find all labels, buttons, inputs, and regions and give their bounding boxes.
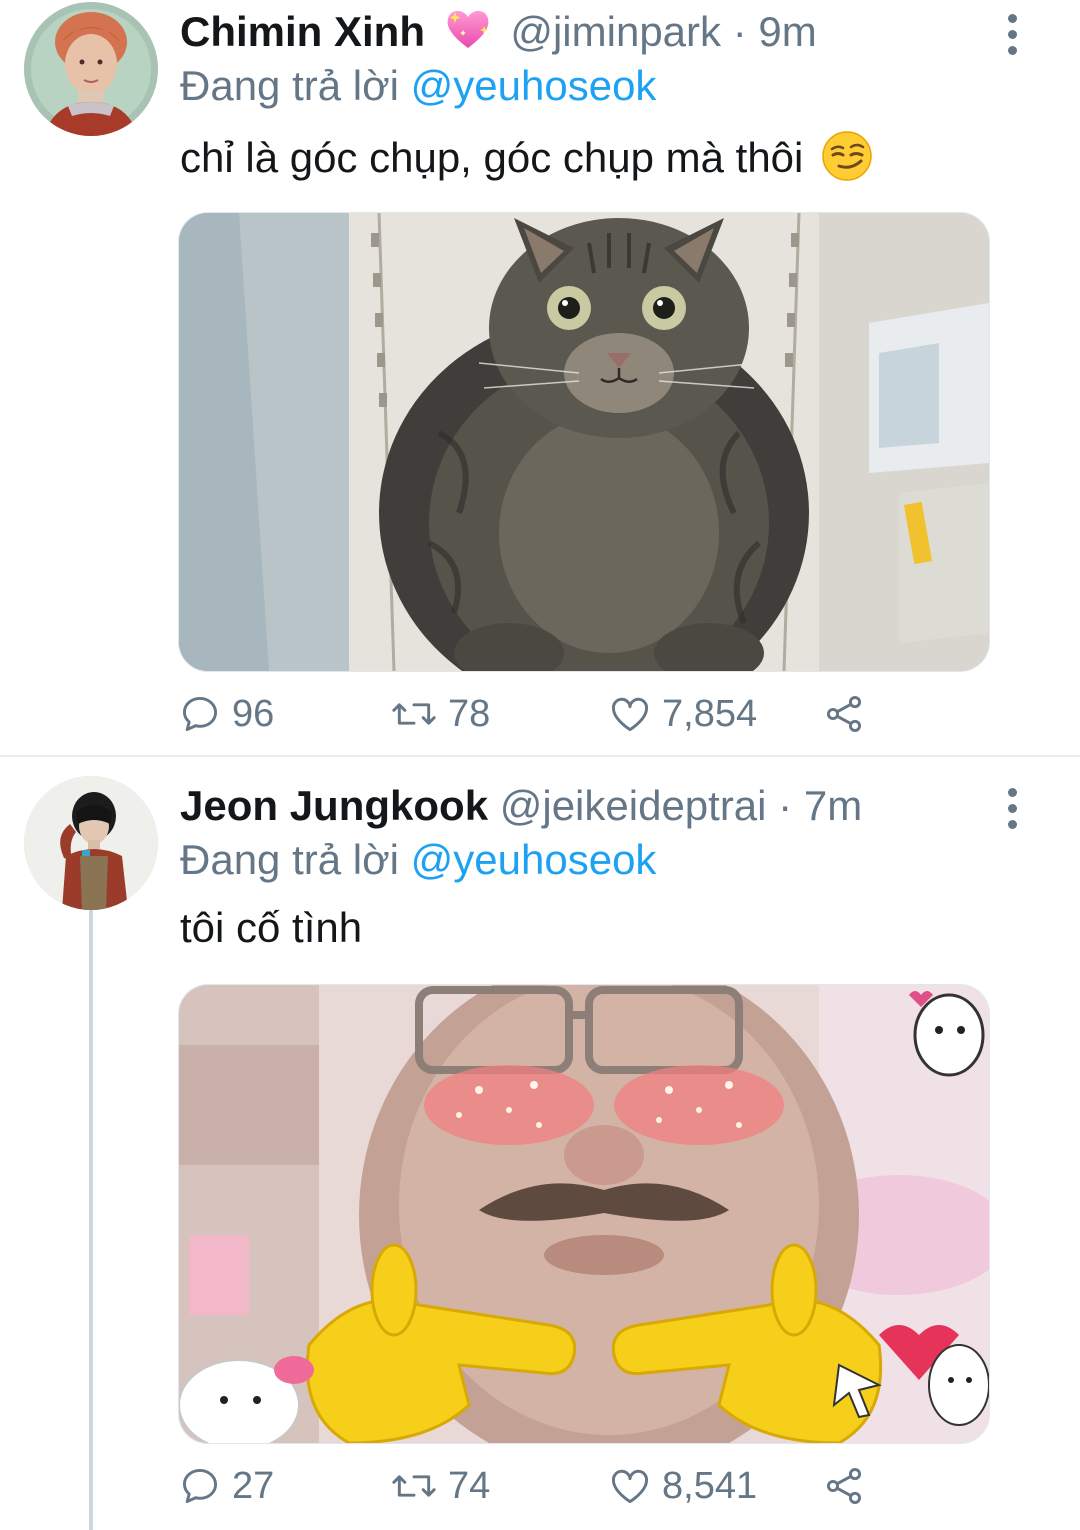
reply-icon <box>182 1468 218 1504</box>
timestamp[interactable]: 7m <box>804 782 862 829</box>
retweet-icon <box>392 1475 436 1497</box>
tweet-text: tôi cố tình <box>180 900 362 956</box>
more-icon[interactable] <box>990 6 1034 62</box>
more-icon[interactable] <box>990 780 1034 836</box>
replying-to-label: Đang trả lời <box>180 836 399 883</box>
reply-target-link[interactable]: @yeuhoseok <box>411 836 657 883</box>
tweet-header: Jeon Jungkook @jeikeideptrai · 7m <box>180 778 990 834</box>
reply-icon <box>182 696 218 732</box>
timestamp[interactable]: 9m <box>758 8 816 55</box>
replying-to: Đang trả lời @yeuhoseok <box>180 58 656 114</box>
handle[interactable]: @jeikeideptrai <box>500 782 767 829</box>
like-count: 7,854 <box>662 692 758 735</box>
tweet-media-image[interactable] <box>178 212 990 672</box>
like-count: 8,541 <box>662 1464 758 1507</box>
tweet-divider <box>0 755 1080 757</box>
tweet[interactable]: Jeon Jungkook @jeikeideptrai · 7m Đang t… <box>0 758 1080 1530</box>
reply-count: 96 <box>232 692 275 735</box>
share-icon <box>826 696 862 732</box>
replying-to: Đang trả lời @yeuhoseok <box>180 832 656 888</box>
tweet-actions: 96 78 7,854 <box>178 684 878 744</box>
reply-count: 27 <box>232 1464 275 1507</box>
share-button[interactable] <box>822 1456 866 1516</box>
tweet-text: chỉ là góc chụp, góc chụp mà thôi <box>180 130 873 196</box>
tweet-text-content: tôi cố tình <box>180 904 363 951</box>
share-icon <box>826 1468 862 1504</box>
tweet-text-content: chỉ là góc chụp, góc chụp mà thôi <box>180 134 804 181</box>
replying-to-label: Đang trả lời <box>180 62 399 109</box>
reply-button[interactable]: 96 <box>178 684 274 744</box>
tweet-actions: 27 74 8,541 <box>178 1456 878 1516</box>
retweet-count: 74 <box>448 1464 491 1507</box>
reply-button[interactable]: 27 <box>178 1456 274 1516</box>
separator-dot: · <box>778 782 793 829</box>
retweet-button[interactable]: 74 <box>390 1456 490 1516</box>
smirking-face-emoji <box>821 130 873 196</box>
like-icon <box>612 1469 648 1504</box>
reply-target-link[interactable]: @yeuhoseok <box>411 62 657 109</box>
tweet-header: Chimin Xinh @jiminpark · 9m <box>180 4 990 66</box>
display-name[interactable]: Chimin Xinh <box>180 8 425 55</box>
tweet[interactable]: Chimin Xinh @jiminpark · 9m Đang trả lời… <box>0 0 1080 756</box>
retweet-button[interactable]: 78 <box>390 684 490 744</box>
like-button[interactable]: 7,854 <box>608 684 757 744</box>
thread-line <box>89 910 93 1530</box>
tweet-media-image[interactable] <box>178 984 990 1444</box>
share-button[interactable] <box>822 684 866 744</box>
avatar[interactable] <box>24 776 158 910</box>
separator-dot: · <box>732 8 747 55</box>
display-name[interactable]: Jeon Jungkook <box>180 782 488 829</box>
retweet-count: 78 <box>448 692 491 735</box>
sparkling-heart-emoji <box>443 6 493 66</box>
retweet-icon <box>392 703 436 725</box>
like-icon <box>612 697 648 732</box>
handle[interactable]: @jiminpark <box>510 8 721 55</box>
like-button[interactable]: 8,541 <box>608 1456 757 1516</box>
avatar[interactable] <box>24 2 158 136</box>
